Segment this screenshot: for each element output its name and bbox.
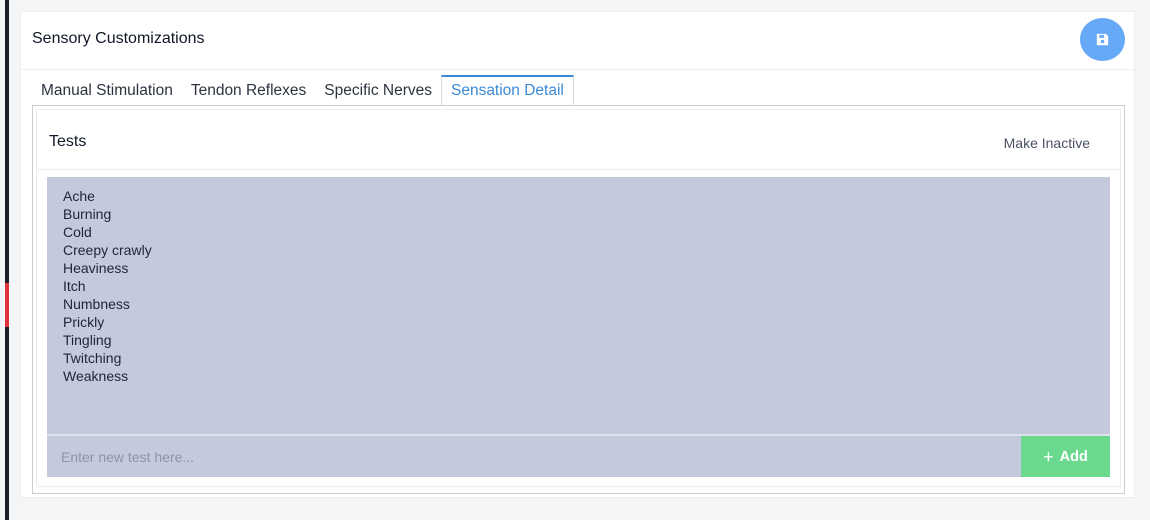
make-inactive-button[interactable]: Make Inactive <box>1004 135 1090 151</box>
list-item[interactable]: Burning <box>63 205 1094 223</box>
list-item[interactable]: Weakness <box>63 367 1094 385</box>
list-item[interactable]: Prickly <box>63 313 1094 331</box>
tab-manual-stimulation[interactable]: Manual Stimulation <box>32 75 182 106</box>
page-title: Sensory Customizations <box>32 30 205 47</box>
tab-sensation-detail[interactable]: Sensation Detail <box>440 75 574 106</box>
tab-bar: Manual Stimulation Tendon Reflexes Speci… <box>32 75 574 106</box>
save-button[interactable] <box>1080 18 1125 61</box>
list-item[interactable]: Heaviness <box>63 259 1094 277</box>
list-item[interactable]: Creepy crawly <box>63 241 1094 259</box>
list-item[interactable]: Itch <box>63 277 1094 295</box>
sensory-customizations-card: Sensory Customizations Manual Stimulatio… <box>20 11 1135 498</box>
tests-header: Tests Make Inactive <box>37 110 1120 170</box>
list-item[interactable]: Tingling <box>63 331 1094 349</box>
list-item[interactable]: Numbness <box>63 295 1094 313</box>
add-button[interactable]: + Add <box>1021 436 1110 477</box>
tests-card: Tests Make Inactive Ache Burning Cold Creep… <box>36 109 1121 487</box>
tests-list[interactable]: Ache Burning Cold Creepy crawly Heaviness Itc… <box>47 177 1110 434</box>
left-edge-accent <box>5 283 9 327</box>
tests-title: Tests <box>49 133 87 150</box>
tab-panel: Tests Make Inactive Ache Burning Cold Creep… <box>32 105 1125 494</box>
list-item[interactable]: Cold <box>63 223 1094 241</box>
floppy-disk-icon <box>1096 33 1109 46</box>
tab-tendon-reflexes[interactable]: Tendon Reflexes <box>182 75 315 106</box>
list-item[interactable]: Twitching <box>63 349 1094 367</box>
add-button-label: Add <box>1059 448 1088 465</box>
tab-specific-nerves[interactable]: Specific Nerves <box>315 75 441 106</box>
plus-icon: + <box>1043 446 1054 467</box>
left-edge-bar <box>5 0 9 520</box>
add-test-row: + Add <box>47 434 1110 477</box>
list-item[interactable]: Ache <box>63 187 1094 205</box>
card-header: Sensory Customizations <box>21 12 1134 70</box>
new-test-input[interactable] <box>47 436 1021 477</box>
